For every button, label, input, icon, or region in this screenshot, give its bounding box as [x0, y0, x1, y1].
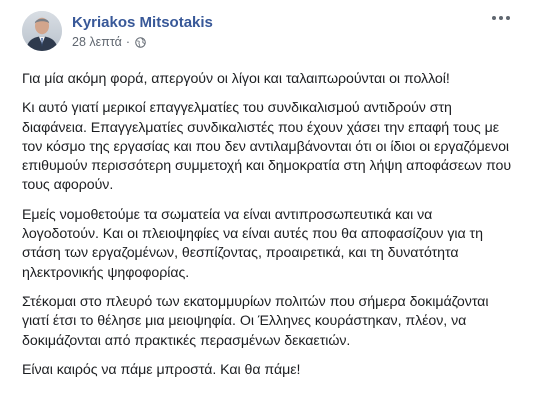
post-header: Kyriakos Mitsotakis 28 λεπτά · [22, 10, 513, 60]
post-paragraph: Είναι καιρός να πάμε μπροστά. Και θα πάμ… [22, 361, 301, 378]
post-paragraph: Εμείς νομοθετούμε τα σωματεία να είναι α… [22, 206, 483, 281]
facebook-post: Kyriakos Mitsotakis 28 λεπτά · Για μία α… [0, 0, 533, 417]
post-paragraph: Κι αυτό γιατί μερικοί επαγγελματίες του … [22, 100, 512, 194]
more-options-button[interactable] [489, 10, 513, 26]
avatar-portrait-icon [22, 11, 62, 51]
globe-icon[interactable] [135, 36, 146, 48]
meta-separator: · [125, 35, 130, 49]
post-body: Για μία ακόμη φορά, απεργούν οι λίγοι κα… [22, 70, 512, 390]
post-paragraph: Για μία ακόμη φορά, απεργούν οι λίγοι κα… [22, 71, 450, 87]
post-timestamp[interactable]: 28 λεπτά [72, 35, 122, 49]
post-paragraph: Στέκομαι στο πλευρό των εκατομμυρίων πολ… [22, 293, 489, 349]
avatar[interactable] [22, 11, 62, 51]
ellipsis-icon [492, 16, 510, 20]
post-meta: 28 λεπτά · [72, 35, 146, 49]
author-name[interactable]: Kyriakos Mitsotakis [72, 14, 213, 31]
